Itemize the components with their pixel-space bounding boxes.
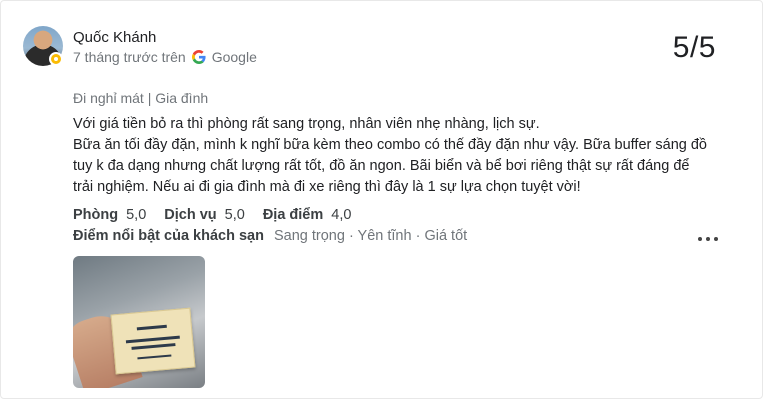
author-name[interactable]: Quốc Khánh xyxy=(73,29,156,46)
review-meta: 7 tháng trước trên Google xyxy=(73,49,257,65)
trip-type: Đi nghỉ mát | Gia đình xyxy=(73,90,209,106)
review-score: 5/5 xyxy=(672,31,716,64)
rating-location: Địa điểm 4,0 xyxy=(262,207,352,223)
rating-service: Dịch vụ 5,0 xyxy=(164,207,245,223)
rating-room: Phòng 5,0 xyxy=(73,207,147,223)
review-card: Quốc Khánh 7 tháng trước trên Google 5/5… xyxy=(0,0,763,399)
google-g-icon xyxy=(191,50,206,64)
review-time: 7 tháng trước trên xyxy=(73,49,186,65)
review-source: Google xyxy=(211,49,257,65)
review-text: Với giá tiền bỏ ra thì phòng rất sang tr… xyxy=(73,116,707,195)
hotel-highlights: Điểm nổi bật của khách sạn Sang trọng · … xyxy=(73,228,467,244)
sub-ratings: Phòng 5,0 Dịch vụ 5,0 Địa điểm 4,0 xyxy=(73,207,351,223)
more-horizontal-icon[interactable] xyxy=(698,233,718,245)
review-photo[interactable] xyxy=(73,256,205,388)
local-guide-badge-icon xyxy=(49,52,63,66)
highlights-values: Sang trọng · Yên tĩnh · Giá tốt xyxy=(273,228,468,244)
highlights-label: Điểm nổi bật của khách sạn xyxy=(73,228,264,244)
photo-card xyxy=(110,307,196,375)
